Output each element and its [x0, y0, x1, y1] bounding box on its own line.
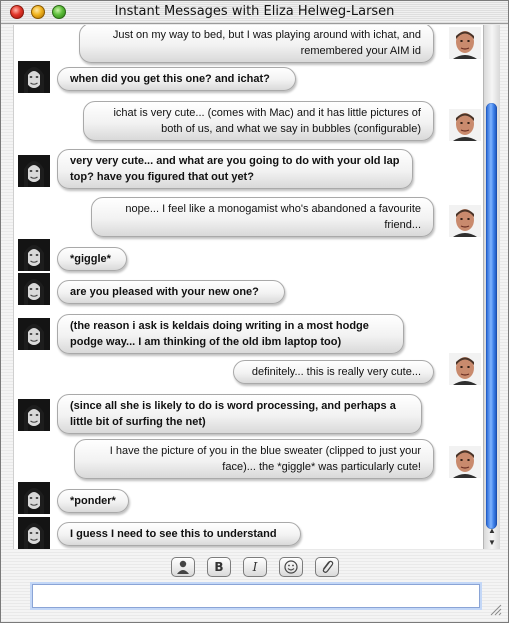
message-bubble: *giggle* [57, 247, 127, 271]
message-bubble: when did you get this one? and ichat? [57, 67, 296, 91]
avatar-self [449, 109, 481, 141]
message-bubble: (the reason i ask is keldais doing writi… [57, 314, 404, 354]
bold-button[interactable]: B [207, 557, 231, 577]
buddy-picture-button[interactable] [171, 557, 195, 577]
window-title: Instant Messages with Eliza Helweg-Larse… [114, 4, 395, 19]
avatar-self [449, 27, 481, 59]
paperclip-icon [322, 560, 334, 573]
attach-file-button[interactable] [315, 557, 339, 577]
formatting-toolbar: B I [1, 550, 508, 578]
message-bubble: are you pleased with your new one? [57, 280, 285, 304]
message-bubble: *ponder* [57, 489, 129, 513]
avatar-buddy [18, 155, 50, 187]
message-input[interactable] [32, 584, 480, 608]
italic-button[interactable]: I [243, 557, 267, 577]
avatar-buddy [18, 239, 50, 271]
avatar-buddy [18, 399, 50, 431]
avatar-buddy [18, 61, 50, 93]
bold-icon: B [214, 560, 224, 574]
chat-window: Instant Messages with Eliza Helweg-Larse… [0, 0, 509, 623]
message-bubble: very very cute... and what are you going… [57, 149, 413, 189]
avatar-self [449, 353, 481, 385]
avatar-buddy [18, 318, 50, 350]
italic-icon: I [252, 560, 258, 574]
smiley-icon [284, 560, 298, 574]
message-bubble: definitely... this is really very cute..… [233, 360, 434, 384]
message-bubble: ichat is very cute... (comes with Mac) a… [83, 101, 434, 141]
avatar-self [449, 446, 481, 478]
vertical-scrollbar[interactable]: ▲ ▼ [483, 25, 500, 549]
resize-grip-icon[interactable] [488, 602, 502, 616]
scroll-up-arrow-icon[interactable]: ▲ [484, 525, 500, 537]
message-bubble: I have the picture of you in the blue sw… [74, 439, 434, 479]
smiley-button[interactable] [279, 557, 303, 577]
message-transcript: Just on my way to bed, but I was playing… [13, 25, 484, 549]
scroll-thumb[interactable] [486, 103, 497, 529]
scroll-down-arrow-icon[interactable]: ▼ [484, 537, 500, 549]
message-bubble: Just on my way to bed, but I was playing… [79, 25, 434, 63]
message-bubble: (since all she is likely to do is word p… [57, 394, 422, 434]
message-bubble: nope... I feel like a monogamist who's a… [91, 197, 434, 237]
avatar-buddy [18, 482, 50, 514]
avatar-buddy [18, 517, 50, 549]
person-icon [177, 560, 189, 574]
avatar-buddy [18, 273, 50, 305]
title-bar[interactable]: Instant Messages with Eliza Helweg-Larse… [1, 1, 508, 24]
avatar-self [449, 205, 481, 237]
message-bubble: I guess I need to see this to understand [57, 522, 301, 546]
